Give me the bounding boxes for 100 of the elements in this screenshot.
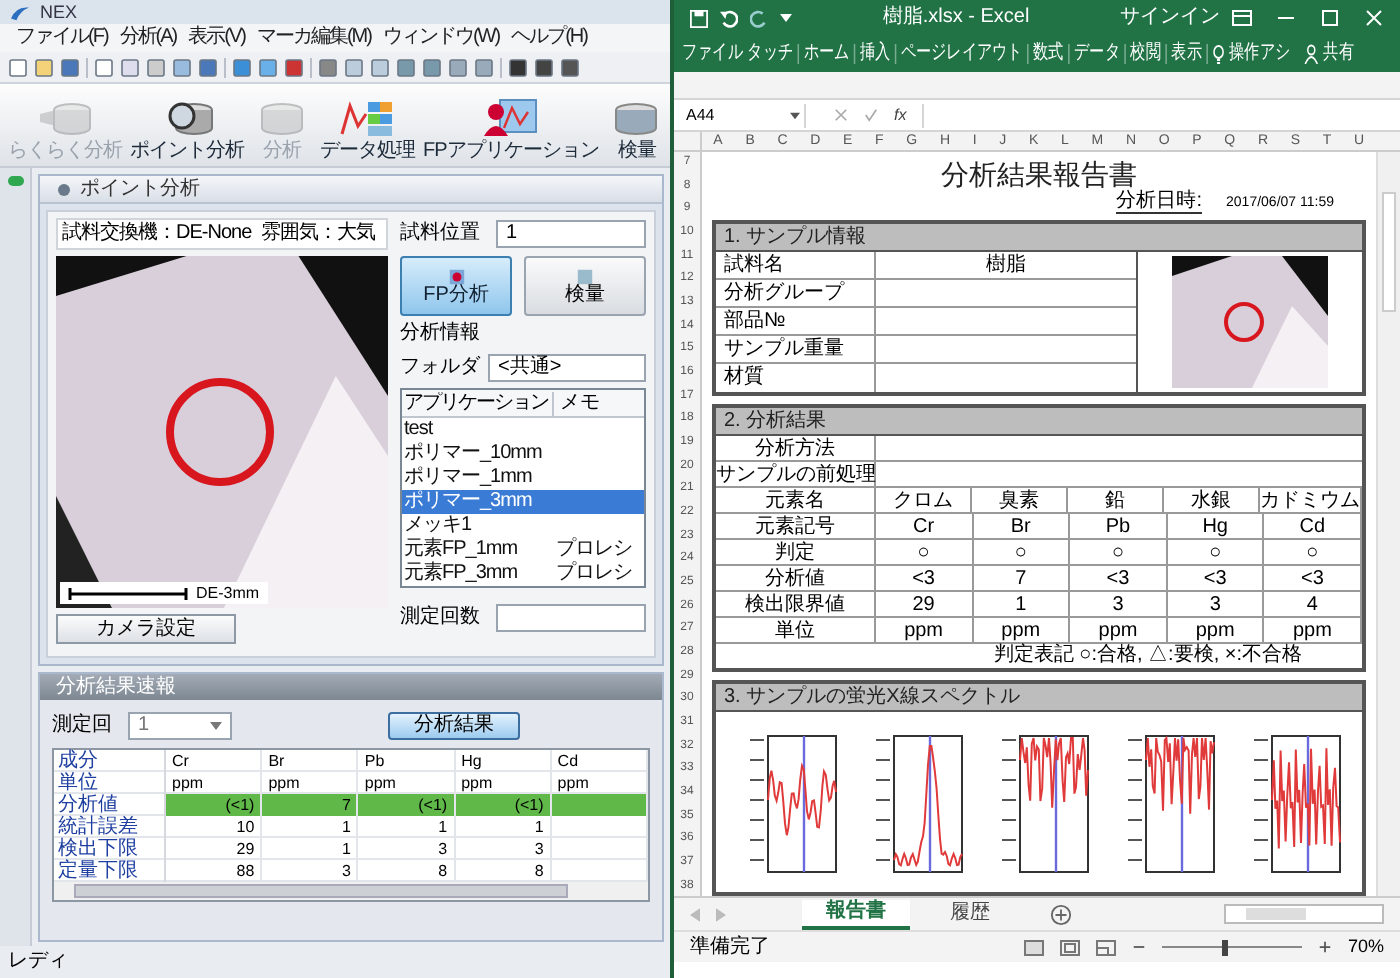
menu-item[interactable]: ヘルプ(H) bbox=[511, 28, 587, 48]
page-layout-icon[interactable] bbox=[1059, 939, 1080, 955]
undo-icon[interactable] bbox=[720, 9, 738, 27]
table-cell: Hg bbox=[1167, 514, 1265, 540]
panel-title: 分析結果速報 bbox=[56, 677, 176, 697]
table-cell: 3 bbox=[358, 838, 456, 860]
position-field[interactable]: 1 bbox=[496, 220, 646, 248]
ribbon-tab[interactable]: データ bbox=[1074, 44, 1120, 64]
field-label: 測定回 bbox=[52, 716, 112, 736]
ribbon-tab[interactable]: 表示 bbox=[1171, 44, 1202, 64]
person-icon bbox=[1303, 44, 1319, 64]
normal-view-icon[interactable] bbox=[1023, 939, 1044, 955]
zoom-slider[interactable] bbox=[1161, 939, 1302, 955]
caret-icon bbox=[210, 722, 222, 730]
table-cell: 1 bbox=[455, 816, 552, 838]
caret-icon[interactable] bbox=[780, 14, 792, 22]
tell-me-field[interactable]: 操作アシ bbox=[1229, 44, 1290, 64]
calibration-button[interactable]: 検量 bbox=[524, 256, 646, 316]
table-cell: 単位 bbox=[716, 618, 876, 644]
table-cell: 材質 bbox=[716, 364, 876, 392]
save-icon[interactable] bbox=[690, 9, 708, 27]
table-cell: (<1) bbox=[358, 794, 456, 816]
menu-item[interactable]: 分析(A) bbox=[119, 28, 177, 48]
ribbon-tab[interactable]: ファイル bbox=[682, 44, 743, 64]
info-text: 雰囲気：大気 bbox=[261, 224, 376, 244]
sign-in-link[interactable]: サインイン bbox=[1120, 8, 1220, 28]
list-item[interactable]: ポリマー_3mm bbox=[402, 490, 644, 514]
table-cell: <3 bbox=[1264, 566, 1362, 592]
analysis-results-button[interactable]: 分析結果 bbox=[388, 712, 520, 740]
ribbon-tab[interactable]: タッチ bbox=[747, 44, 793, 64]
camera-settings-button[interactable]: カメラ設定 bbox=[56, 614, 236, 644]
list-item[interactable]: ポリマー_1mm bbox=[402, 466, 644, 490]
window-title: NEX bbox=[40, 3, 78, 21]
section-label: 分析情報 bbox=[400, 322, 482, 346]
table-cell: サンプルの前処理 bbox=[716, 462, 876, 486]
folder-dropdown[interactable]: <共通> bbox=[488, 353, 646, 381]
ribbon-tab[interactable]: 挿入 bbox=[859, 44, 891, 64]
table-cell: 10 bbox=[166, 816, 263, 838]
menu-item[interactable]: ウィンドウ(W) bbox=[382, 28, 500, 48]
menu-item[interactable]: 表示(V) bbox=[188, 28, 245, 48]
table-cell: Pb bbox=[358, 750, 456, 772]
table-cell: 元素記号 bbox=[716, 514, 876, 540]
sheet-tab[interactable]: 報告書 bbox=[802, 899, 910, 929]
insert-function-button[interactable]: fx bbox=[894, 107, 907, 123]
cancel-icon[interactable] bbox=[834, 108, 848, 122]
field-label: 試料位置 bbox=[400, 224, 480, 244]
table-cell: ppm bbox=[1167, 618, 1265, 644]
share-button[interactable]: 共有 bbox=[1323, 44, 1354, 64]
list-item[interactable]: ポリマー_10mm bbox=[402, 442, 644, 466]
table-cell: Br bbox=[262, 750, 359, 772]
sample-cup-icon bbox=[35, 98, 95, 138]
maximize-icon[interactable] bbox=[1320, 8, 1340, 28]
table-cell: 単位 bbox=[54, 772, 166, 794]
zoom-in-icon[interactable] bbox=[1317, 940, 1332, 954]
list-item[interactable]: メッキ1 bbox=[402, 514, 644, 538]
table-cell: 判定 bbox=[716, 540, 876, 566]
close-icon[interactable] bbox=[1364, 8, 1384, 28]
menu-item[interactable]: ファイル(F) bbox=[16, 28, 108, 48]
table-cell: 水銀 bbox=[1164, 488, 1260, 514]
table-cell: ○ bbox=[973, 540, 1071, 566]
section-heading: 2. 分析結果 bbox=[716, 408, 1362, 436]
fp-analysis-button[interactable]: FP分析 bbox=[400, 256, 512, 316]
table-cell: Br bbox=[973, 514, 1071, 540]
indicator-icon bbox=[7, 176, 23, 186]
table-cell: <3 bbox=[1167, 566, 1265, 592]
list-item[interactable]: 元素FP_1mm プロレシ bbox=[402, 538, 644, 562]
ribbon-tab[interactable]: 数式 bbox=[1033, 44, 1064, 64]
ribbon-tab[interactable]: ホーム bbox=[803, 44, 850, 64]
toolbar-button[interactable]: FPアプリケーション bbox=[423, 98, 599, 162]
zoom-level[interactable]: 70% bbox=[1347, 938, 1384, 956]
add-sheet-icon[interactable] bbox=[1050, 903, 1072, 925]
ribbon-tab[interactable]: 校閲 bbox=[1130, 44, 1161, 64]
name-box[interactable]: A44 bbox=[682, 103, 806, 127]
note-text: 判定表記 ○:合格, △:要検, ×:不合格 bbox=[993, 644, 1302, 668]
table-cell: 検出下限 bbox=[54, 838, 166, 860]
check-icon[interactable] bbox=[864, 108, 878, 122]
toolbar-button[interactable]: データ処理 bbox=[320, 98, 415, 162]
page-break-icon[interactable] bbox=[1095, 939, 1116, 955]
list-item[interactable]: test bbox=[402, 418, 644, 442]
section-heading: 1. サンプル情報 bbox=[716, 224, 1362, 252]
table-cell: 4 bbox=[1264, 592, 1362, 618]
table-cell: 1 bbox=[262, 838, 359, 860]
sheet-tab[interactable]: 履歴 bbox=[926, 899, 1014, 929]
toolbar-button[interactable]: 検量 bbox=[606, 98, 667, 162]
table-cell: ppm bbox=[1264, 618, 1362, 644]
zoom-slider-thumb[interactable] bbox=[1222, 939, 1229, 955]
count-field[interactable] bbox=[496, 604, 646, 632]
count-dropdown[interactable]: 1 bbox=[128, 712, 232, 740]
zoom-out-icon[interactable] bbox=[1131, 940, 1146, 954]
ribbon-tab[interactable]: ページレイアウト bbox=[900, 44, 1023, 64]
table-cell: 元素名 bbox=[716, 488, 876, 514]
app-logo-icon bbox=[8, 3, 32, 21]
redo-icon[interactable] bbox=[750, 9, 768, 27]
toolbar-button[interactable]: ポイント分析 bbox=[130, 98, 244, 162]
table-cell: 3 bbox=[455, 838, 552, 860]
menu-item[interactable]: マーカ編集(M) bbox=[256, 28, 371, 48]
list-item[interactable]: 元素FP_3mm プロレシ bbox=[402, 562, 644, 586]
ribbon-display-icon[interactable] bbox=[1232, 10, 1252, 26]
table-cell: カドミウム bbox=[1260, 488, 1362, 514]
table-cell: 成分 bbox=[54, 750, 166, 772]
